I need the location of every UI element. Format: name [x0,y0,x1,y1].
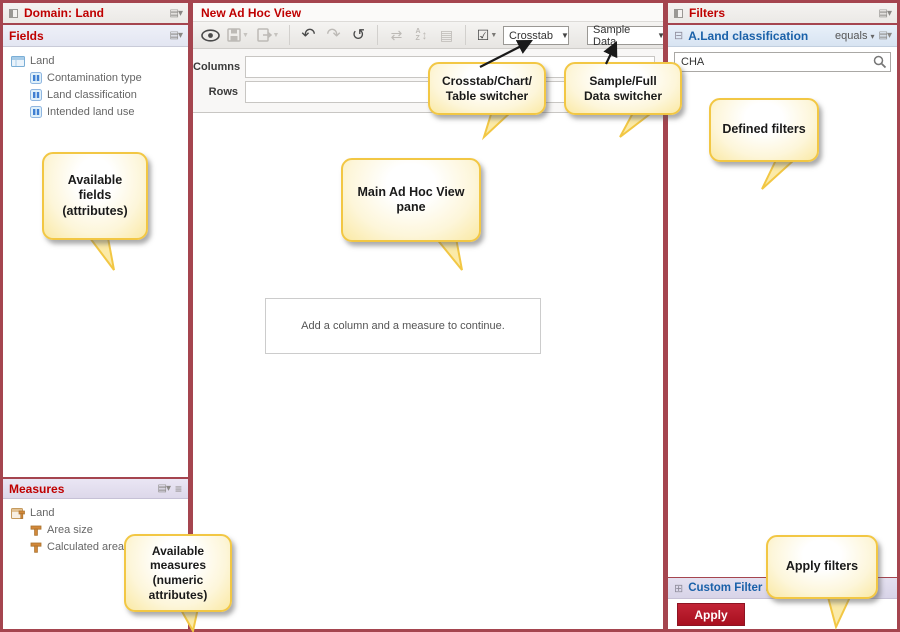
sort-az-icon: AZ [415,28,420,42]
tree-label: Land [30,507,54,519]
field-item[interactable]: Land classification [3,86,188,103]
filter-operator-select[interactable]: equals ▾ [835,30,875,42]
sort-arrows-icon: ↕ [422,28,428,42]
visualization-type-select[interactable]: Crosstab ▼ [503,26,569,45]
save-icon [227,28,241,42]
apply-filters-button[interactable]: Apply [677,603,745,626]
options-menu-icon[interactable]: ▤▾ [879,30,891,41]
columns-label: Columns [193,61,245,73]
chevron-down-icon: ▼ [561,31,569,40]
adhoc-editor-screen: Domain: Land ▤▾ Fields ▤▾ Land Contamina… [0,0,900,632]
rows-label: Rows [193,86,245,98]
filters-header: Filters ▤▾ [668,3,897,25]
callout-main-pane: Main Ad Hoc View pane [341,158,481,242]
options-menu-icon[interactable]: ▤▾ [170,30,182,41]
text-field-icon [30,72,42,84]
field-label: Contamination type [47,72,142,84]
page-options-button[interactable]: ▤ [434,24,459,46]
fields-tree: Land Contamination type Land classificat… [3,47,188,120]
filter-title: A.Land classification [688,29,808,43]
text-field-icon [30,106,42,118]
save-button[interactable]: ▼ [223,24,253,46]
view-title-bar: New Ad Hoc View [193,3,663,21]
filter-section-header: ⊟ A.Land classification equals ▾ ▤▾ [668,25,897,47]
collapse-panel-icon[interactable] [674,9,683,18]
callout-crosstab-switcher: Crosstab/Chart/ Table switcher [428,62,546,115]
callout-apply-filters: Apply filters [766,535,878,599]
preview-button[interactable] [198,24,223,46]
undo-all-icon: ↺ [352,25,365,45]
callout-available-measures: Available measures (numeric attributes) [124,534,232,612]
measure-icon [30,524,42,536]
collapse-panel-icon[interactable] [9,9,18,18]
checklist-icon: ☑ [477,27,490,44]
fields-title: Fields [9,29,44,43]
undo-icon: ↶ [301,25,315,45]
sort-list-icon[interactable]: ≡ [175,482,182,496]
empty-view-message: Add a column and a measure to continue. [265,298,541,354]
domain-title: Domain: Land [24,6,104,20]
visualization-type-value: Crosstab [509,30,553,42]
data-sampling-select[interactable]: Sample Data ▼ [587,26,663,45]
field-label: Intended land use [47,106,134,118]
filter-operator-value: equals [835,30,867,42]
apply-row: Apply [668,599,897,629]
expand-section-icon[interactable]: ⊞ [674,582,683,595]
callout-data-switcher: Sample/Full Data switcher [564,62,682,115]
chevron-down-icon: ▼ [657,31,663,40]
measure-label: Area size [47,524,93,536]
toolbar: ▼ ▼ ↶ ↷ ↺ ⇄ AZ↕ ▤ ☑▼ ≡? Crosstab▼ Sample… [193,21,663,49]
switch-groups-button[interactable]: ⇄ [384,24,409,46]
measure-icon [30,541,42,553]
sort-button[interactable]: AZ↕ [409,24,434,46]
eye-icon [201,29,220,42]
fields-header: Fields ▤▾ [3,25,188,47]
measure-table-icon [11,507,25,519]
document-icon: ▤ [440,27,453,44]
tree-label: Land [30,55,54,67]
filter-search-row [668,47,897,77]
redo-icon: ↷ [326,25,340,45]
measures-title: Measures [9,482,64,496]
redo-button[interactable]: ↷ [321,24,346,46]
undo-button[interactable]: ↶ [296,24,321,46]
options-menu-icon[interactable]: ▤▾ [158,483,170,494]
filters-title: Filters [689,6,725,20]
table-icon [11,55,25,67]
text-field-icon [30,89,42,101]
callout-available-fields: Available fields (attributes) [42,152,148,240]
field-item[interactable]: Contamination type [3,69,188,86]
field-label: Land classification [47,89,137,101]
field-item[interactable]: Intended land use [3,103,188,120]
measures-header: Measures ▤▾ ≡ [3,477,188,499]
callout-defined-filters: Defined filters [709,98,819,162]
options-menu-icon[interactable]: ▤▾ [170,8,182,19]
options-menu-icon[interactable]: ▤▾ [879,8,891,19]
filter-search-input[interactable] [674,52,891,72]
export-icon [257,28,272,42]
measures-tree-root[interactable]: Land [3,504,188,521]
input-controls-button[interactable]: ☑▼ [472,24,502,46]
data-sampling-value: Sample Data [593,24,649,48]
fields-tree-root[interactable]: Land [3,52,188,69]
view-title: New Ad Hoc View [201,6,301,20]
undo-all-button[interactable]: ↺ [346,24,371,46]
collapse-section-icon[interactable]: ⊟ [674,29,683,42]
domain-header: Domain: Land ▤▾ [3,3,188,25]
search-icon[interactable] [873,55,887,69]
chevron-down-icon: ▾ [871,32,875,41]
export-button[interactable]: ▼ [253,24,283,46]
pivot-icon: ⇄ [391,27,403,44]
